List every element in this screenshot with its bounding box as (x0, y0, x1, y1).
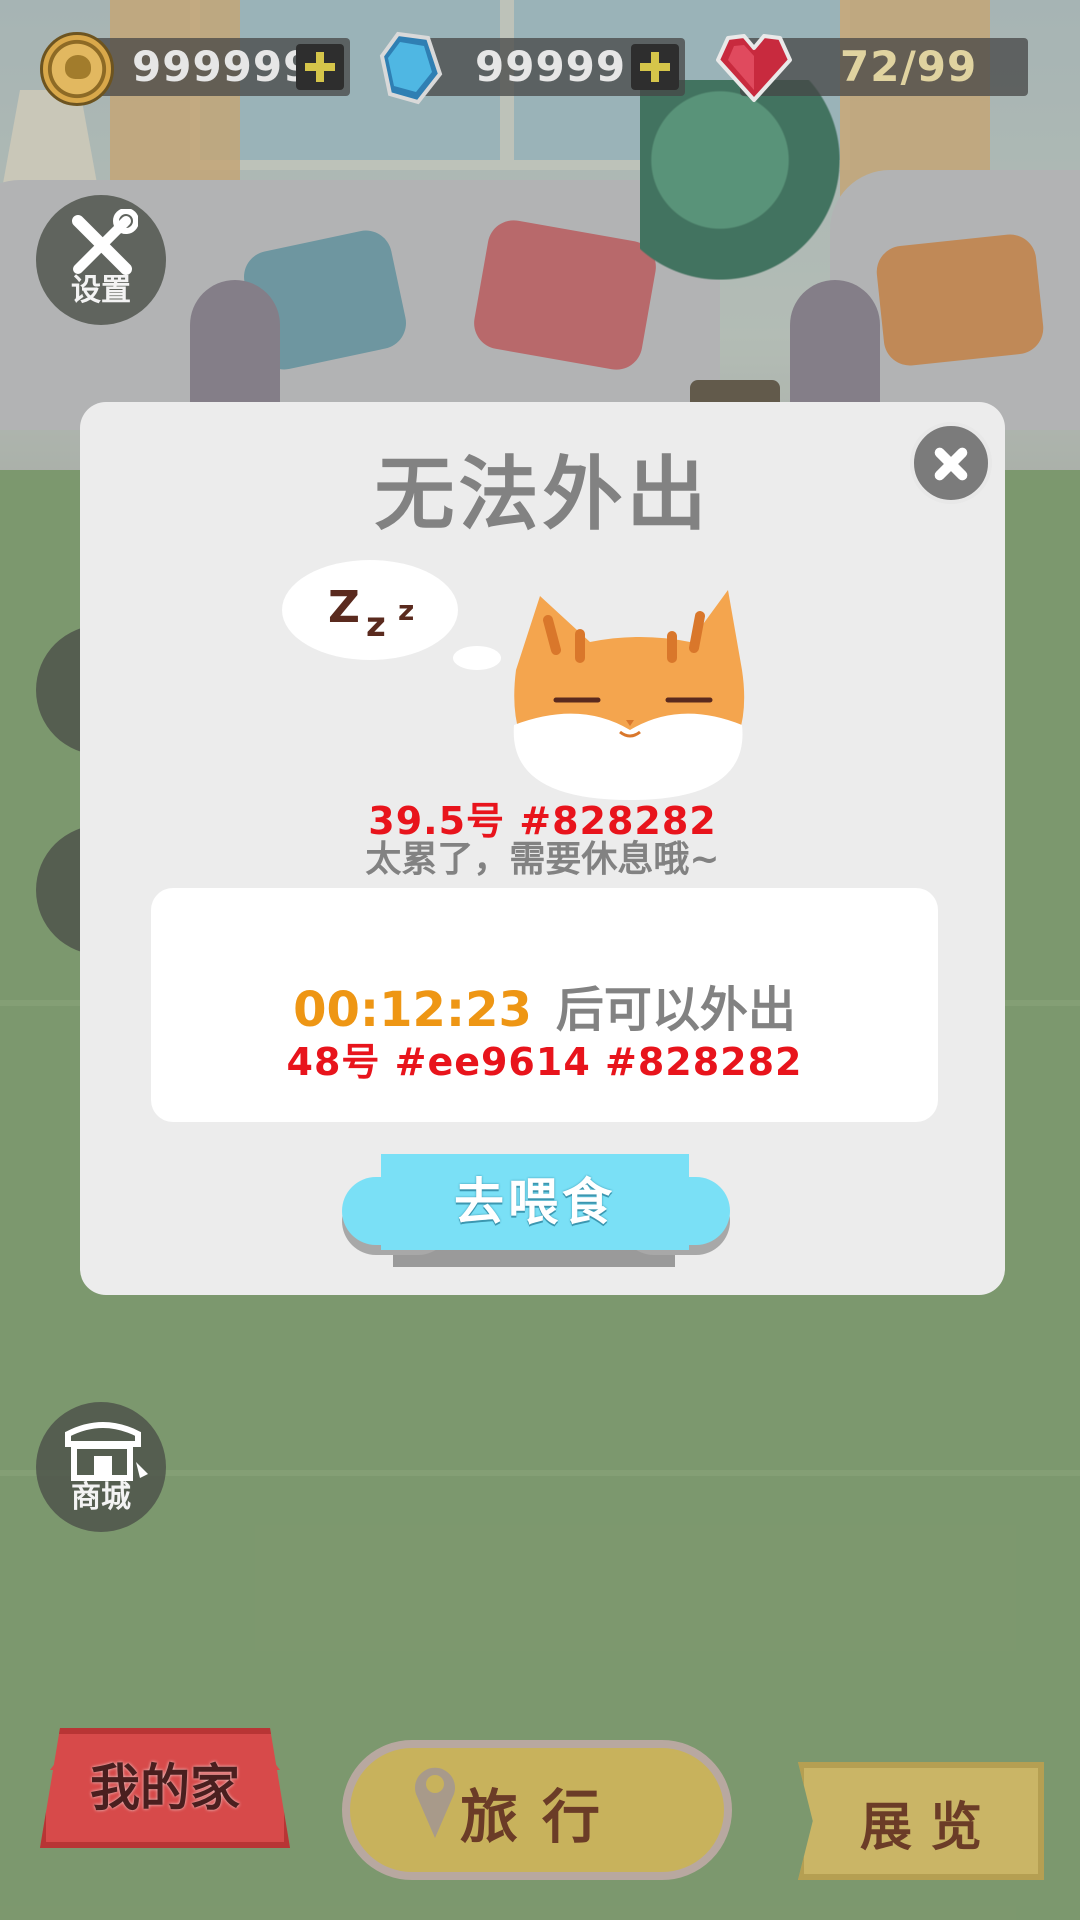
settings-label: 设置 (71, 273, 131, 308)
gem-icon (379, 31, 443, 105)
sleeping-cat-icon: Z z z (282, 560, 745, 800)
svg-text:z: z (366, 605, 386, 645)
font-spec-note: 48号 #ee9614 #828282 (286, 1040, 803, 1084)
svg-text:Z: Z (328, 582, 360, 633)
timer-suffix: 后可以外出 (555, 982, 796, 1038)
shop-button[interactable]: 商城 (36, 1402, 166, 1532)
shop-label: 商城 (71, 1480, 131, 1515)
energy-value: 72/99 (840, 42, 978, 91)
coin-value: 999999 (132, 42, 314, 91)
location-pin-icon (415, 1767, 455, 1838)
go-feed-button[interactable]: 去喂食 (381, 1154, 689, 1250)
cannot-go-out-dialog: 无法外出 Z z z 39.5号 #828282 太累了，需要休息哦~ 00:1… (80, 402, 1005, 1295)
countdown-timer: 00:12:23 (293, 982, 532, 1038)
coin-icon (40, 32, 114, 106)
tired-message: 太累了，需要休息哦~ (365, 839, 720, 880)
dialog-title: 无法外出 (374, 448, 711, 541)
nav-my-home-label: 我的家 (90, 1759, 240, 1817)
svg-text:z: z (398, 594, 414, 627)
heart-icon (716, 34, 792, 102)
nav-travel-label: 旅行 (460, 1783, 625, 1851)
add-gems-button[interactable] (631, 44, 679, 90)
timer-line: 00:12:23 后可以外出 (151, 970, 938, 1040)
add-coins-button[interactable] (296, 44, 344, 90)
settings-button[interactable]: 设置 (36, 195, 166, 325)
gem-value: 99999 (475, 42, 627, 91)
timer-panel: 00:12:23 后可以外出 48号 #ee9614 #828282 (151, 888, 938, 1122)
nav-exhibit-label: 展览 (859, 1798, 1000, 1858)
go-feed-label: 去喂食 (454, 1173, 616, 1231)
close-button[interactable] (910, 422, 992, 504)
